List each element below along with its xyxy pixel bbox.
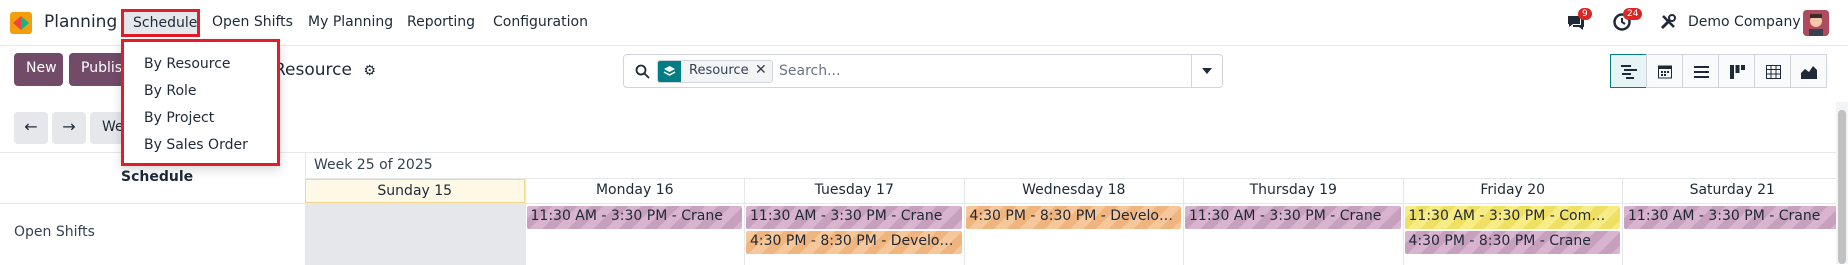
view-list[interactable] xyxy=(1682,54,1719,88)
scrollbar-thumb[interactable] xyxy=(1838,110,1846,264)
settings-tools-button[interactable] xyxy=(1659,13,1677,35)
day-header: Saturday 21 xyxy=(1622,179,1842,203)
menu-reporting[interactable]: Reporting xyxy=(407,14,475,30)
shift-pill[interactable]: 11:30 AM - 3:30 PM - Crane xyxy=(1624,206,1840,229)
kanban-icon xyxy=(1730,65,1745,79)
remove-facet-icon[interactable]: ✕ xyxy=(755,62,767,78)
messages-badge: 9 xyxy=(1578,8,1592,20)
shift-pill[interactable]: 4:30 PM - 8:30 PM - Crane xyxy=(1404,231,1620,254)
menu-configuration[interactable]: Configuration xyxy=(493,14,588,30)
avatar-image xyxy=(1803,10,1829,36)
search-icon xyxy=(635,64,650,79)
view-kanban[interactable] xyxy=(1718,54,1755,88)
arrow-right-icon: → xyxy=(62,117,76,136)
shift-pill[interactable]: 11:30 AM - 3:30 PM - Communi... xyxy=(1404,206,1620,229)
app-name[interactable]: Planning xyxy=(44,12,117,32)
menu-item-by-sales-order[interactable]: By Sales Order xyxy=(144,137,248,153)
menu-schedule[interactable]: Schedule xyxy=(121,9,200,37)
planning-app-icon[interactable] xyxy=(10,12,32,34)
view-pivot[interactable] xyxy=(1754,54,1791,88)
period-header: Week 25 of 2025 xyxy=(305,153,1836,179)
menu-item-by-resource[interactable]: By Resource xyxy=(144,56,231,72)
view-graph[interactable] xyxy=(1790,54,1827,88)
user-avatar[interactable] xyxy=(1803,10,1829,36)
day-header: Friday 20 xyxy=(1402,179,1623,203)
company-switcher[interactable]: Demo Company xyxy=(1688,14,1801,30)
tools-icon xyxy=(1660,14,1676,30)
view-gantt[interactable] xyxy=(1610,54,1647,88)
search-options-toggle[interactable] xyxy=(1191,55,1222,87)
page-title: Resource ⚙ xyxy=(274,60,376,80)
list-icon xyxy=(1694,66,1709,78)
shift-pill[interactable]: 4:30 PM - 8:30 PM - Developer ... xyxy=(746,231,962,254)
shift-pill[interactable]: 11:30 AM - 3:30 PM - Crane xyxy=(1185,206,1401,229)
messages-button[interactable]: 9 xyxy=(1566,8,1592,36)
day-header: Thursday 19 xyxy=(1183,179,1403,203)
day-header: Monday 16 xyxy=(524,179,745,203)
pivot-icon xyxy=(1766,65,1781,79)
view-calendar[interactable] xyxy=(1646,54,1683,88)
menu-item-by-role[interactable]: By Role xyxy=(144,83,197,99)
activities-badge: 24 xyxy=(1623,8,1643,20)
menu-my-planning[interactable]: My Planning xyxy=(308,14,393,30)
caret-down-icon xyxy=(1202,68,1212,74)
period-scale-button[interactable]: We xyxy=(90,112,124,144)
gear-icon[interactable]: ⚙ xyxy=(363,63,376,79)
row-header: Open Shifts xyxy=(0,203,305,265)
layers-icon xyxy=(658,61,681,82)
day-cell[interactable] xyxy=(305,203,525,265)
area-chart-icon xyxy=(1801,66,1817,79)
previous-period-button[interactable]: ← xyxy=(14,112,48,144)
new-button[interactable]: New xyxy=(14,53,63,86)
day-header: Sunday 15 xyxy=(305,179,525,203)
shift-pill[interactable]: 11:30 AM - 3:30 PM - Crane xyxy=(526,206,742,229)
arrow-left-icon: ← xyxy=(24,117,38,136)
period-label: Week 25 of 2025 xyxy=(314,157,433,173)
breadcrumb-label: Resource xyxy=(274,60,352,80)
calendar-icon xyxy=(1658,65,1672,79)
vertical-scrollbar[interactable] xyxy=(1836,102,1848,264)
search-facet: Resource ✕ xyxy=(657,60,773,83)
search-bar: Resource ✕ xyxy=(623,54,1223,88)
next-period-button[interactable]: → xyxy=(52,112,86,144)
day-header: Wednesday 18 xyxy=(963,179,1184,203)
gantt-grid: Schedule Week 25 of 2025 Sunday 15 Monday… xyxy=(0,152,1842,265)
day-header: Tuesday 17 xyxy=(744,179,964,203)
row-name: Open Shifts xyxy=(14,224,95,240)
menu-item-by-project[interactable]: By Project xyxy=(144,110,214,126)
shift-pill[interactable]: 4:30 PM - 8:30 PM - Developer ... xyxy=(965,206,1181,229)
schedule-column-header: Schedule xyxy=(121,169,194,185)
schedule-dropdown-menu: By Resource By Role By Project By Sales … xyxy=(121,39,280,166)
facet-label: Resource xyxy=(689,63,749,78)
gantt-icon xyxy=(1621,65,1637,79)
shift-pill[interactable]: 11:30 AM - 3:30 PM - Crane xyxy=(746,206,962,229)
activities-button[interactable]: 24 xyxy=(1612,8,1643,36)
menu-open-shifts[interactable]: Open Shifts xyxy=(212,14,293,30)
search-input[interactable] xyxy=(779,61,1179,81)
